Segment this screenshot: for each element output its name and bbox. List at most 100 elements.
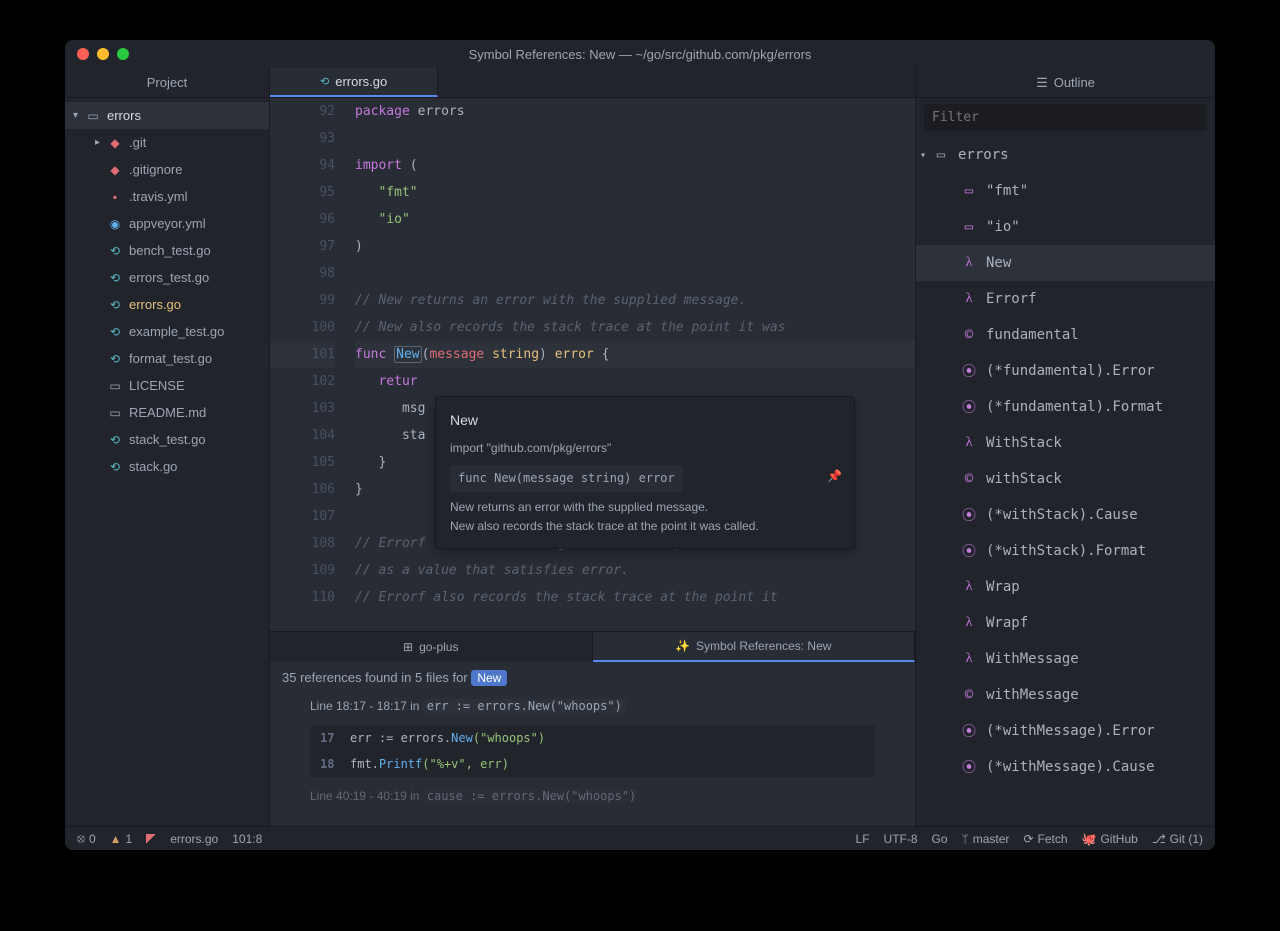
tab-symbol-references[interactable]: ✨ Symbol References: New — [593, 632, 916, 662]
go-icon: ⟲ — [107, 243, 123, 259]
hover-title: New — [450, 409, 840, 431]
window-body: Project ▾ ▭ errors ▸ ◆ .git ◆ — [65, 68, 1215, 826]
outline-item[interactable]: ©withMessage — [916, 677, 1215, 713]
tree-item-stack[interactable]: ⟲ stack.go — [87, 453, 269, 480]
tree-item-readme[interactable]: ▭ README.md — [87, 399, 269, 426]
editor-gutter: 92 93 94 95 96 97 98 99 100 101 102 103 … — [270, 98, 355, 631]
method-icon: ⦿ — [960, 721, 978, 741]
tree-item-gitignore[interactable]: ◆ .gitignore — [87, 156, 269, 183]
status-file[interactable]: errors.go — [170, 832, 218, 846]
lambda-icon: λ — [960, 651, 978, 667]
outline-item[interactable]: ⦿(*fundamental).Format — [916, 389, 1215, 425]
reference-location[interactable]: Line 18:17 - 18:17 in err := errors.New(… — [270, 693, 915, 719]
file-tree: ▾ ▭ errors ▸ ◆ .git ◆ .gitignore — [65, 98, 269, 826]
folder-icon: ▭ — [85, 108, 101, 124]
code-content[interactable]: package errors import ( "fmt" "io" ) // … — [355, 98, 915, 631]
outline-item[interactable]: λWithMessage — [916, 641, 1215, 677]
tree-item-label: errors.go — [129, 297, 181, 312]
outline-item[interactable]: ⦿(*withStack).Cause — [916, 497, 1215, 533]
go-icon: ⟲ — [107, 324, 123, 340]
outline-list: ▾ ▭ errors ▭"fmt" ▭"io" λNew λErrorf ©fu… — [916, 137, 1215, 826]
tree-item-license[interactable]: ▭ LICENSE — [87, 372, 269, 399]
struct-icon: © — [960, 471, 978, 487]
references-summary: 35 references found in 5 files for New — [270, 662, 915, 693]
tab-label: errors.go — [335, 74, 387, 89]
pin-icon[interactable]: 📌 — [827, 467, 842, 486]
status-errors[interactable]: ⦻ 0 — [77, 831, 96, 846]
outline-header: ☰ Outline — [916, 68, 1215, 98]
tree-item-example[interactable]: ⟲ example_test.go — [87, 318, 269, 345]
outline-item[interactable]: λWithStack — [916, 425, 1215, 461]
hover-tooltip: New import "github.com/pkg/errors" func … — [435, 396, 855, 549]
outline-item[interactable]: λWrap — [916, 569, 1215, 605]
reference-line[interactable]: 17 err := errors.New("whoops") — [310, 725, 875, 751]
hover-signature: func New(message string) error — [450, 465, 683, 492]
tree-item-label: README.md — [129, 405, 206, 420]
outline-root[interactable]: ▾ ▭ errors — [916, 137, 1215, 173]
chevron-down-icon: ▾ — [73, 110, 85, 121]
outline-panel: ☰ Outline ▾ ▭ errors ▭"fmt" ▭"io" λNew λ… — [915, 68, 1215, 826]
tree-item-errors-go[interactable]: ⟲ errors.go — [87, 291, 269, 318]
markdown-icon: ▭ — [107, 405, 123, 421]
status-fetch[interactable]: ⟳Fetch — [1023, 832, 1067, 846]
tree-item-errors-test[interactable]: ⟲ errors_test.go — [87, 264, 269, 291]
tree-item-label: .gitignore — [129, 162, 182, 177]
status-branch[interactable]: ᛘmaster — [962, 832, 1010, 846]
wand-icon: ✨ — [675, 639, 690, 653]
symbol-badge: New — [471, 670, 507, 686]
status-square-icon[interactable] — [146, 834, 156, 844]
outline-item[interactable]: ▭"io" — [916, 209, 1215, 245]
status-github[interactable]: 🐙GitHub — [1082, 832, 1138, 846]
outline-item[interactable]: ⦿(*withMessage).Error — [916, 713, 1215, 749]
tree-item-git[interactable]: ▸ ◆ .git — [87, 129, 269, 156]
outline-item[interactable]: ▭"fmt" — [916, 173, 1215, 209]
tab-go-plus[interactable]: ⊞ go-plus — [270, 632, 593, 662]
outline-item[interactable]: λWrapf — [916, 605, 1215, 641]
go-icon: ⟲ — [107, 297, 123, 313]
outline-item[interactable]: λErrorf — [916, 281, 1215, 317]
warning-icon: ▲ — [110, 832, 122, 846]
tree-item-stack-test[interactable]: ⟲ stack_test.go — [87, 426, 269, 453]
outline-item-new[interactable]: λNew — [916, 245, 1215, 281]
status-eol[interactable]: LF — [856, 832, 870, 846]
method-icon: ⦿ — [960, 541, 978, 561]
titlebar: Symbol References: New — ~/go/src/github… — [65, 40, 1215, 68]
outline-item[interactable]: ⦿(*withMessage).Cause — [916, 749, 1215, 785]
error-icon: ⦻ — [77, 831, 85, 846]
method-icon: ⦿ — [960, 505, 978, 525]
status-lang[interactable]: Go — [932, 832, 948, 846]
go-icon: ⟲ — [107, 432, 123, 448]
tree-item-label: format_test.go — [129, 351, 212, 366]
tree-item-label: errors_test.go — [129, 270, 209, 285]
editor-area: ⟲ errors.go 92 93 94 95 96 97 98 99 100 … — [270, 68, 915, 826]
sync-icon: ⟳ — [1023, 832, 1033, 846]
status-git[interactable]: ⎇Git (1) — [1152, 832, 1203, 846]
outline-item[interactable]: ©withStack — [916, 461, 1215, 497]
git-icon: ◆ — [107, 162, 123, 178]
struct-icon: © — [960, 687, 978, 703]
status-warnings[interactable]: ▲ 1 — [110, 832, 133, 846]
outline-item[interactable]: ©fundamental — [916, 317, 1215, 353]
tree-item-bench[interactable]: ⟲ bench_test.go — [87, 237, 269, 264]
lambda-icon: λ — [960, 435, 978, 451]
outline-item[interactable]: ⦿(*withStack).Format — [916, 533, 1215, 569]
status-cursor[interactable]: 101:8 — [232, 832, 262, 846]
tree-item-label: example_test.go — [129, 324, 224, 339]
editor-tabs: ⟲ errors.go — [270, 68, 915, 98]
outline-item[interactable]: ⦿(*fundamental).Error — [916, 353, 1215, 389]
reference-line[interactable]: 18 fmt.Printf("%+v", err) — [310, 751, 875, 777]
tree-item-format[interactable]: ⟲ format_test.go — [87, 345, 269, 372]
outline-filter-input[interactable] — [924, 104, 1207, 131]
code-editor[interactable]: 92 93 94 95 96 97 98 99 100 101 102 103 … — [270, 98, 915, 631]
tab-errors-go[interactable]: ⟲ errors.go — [270, 68, 438, 97]
tree-item-appveyor[interactable]: ◉ appveyor.yml — [87, 210, 269, 237]
chevron-down-icon: ▾ — [920, 150, 932, 161]
status-encoding[interactable]: UTF-8 — [884, 832, 918, 846]
lambda-icon: λ — [960, 615, 978, 631]
lambda-icon: λ — [960, 291, 978, 307]
tree-root[interactable]: ▾ ▭ errors — [65, 102, 269, 129]
tree-item-travis[interactable]: ▪ .travis.yml — [87, 183, 269, 210]
hover-doc-line: New also records the stack trace at the … — [450, 517, 840, 536]
reference-location[interactable]: Line 40:19 - 40:19 in cause := errors.Ne… — [270, 783, 915, 809]
struct-icon: © — [960, 327, 978, 343]
